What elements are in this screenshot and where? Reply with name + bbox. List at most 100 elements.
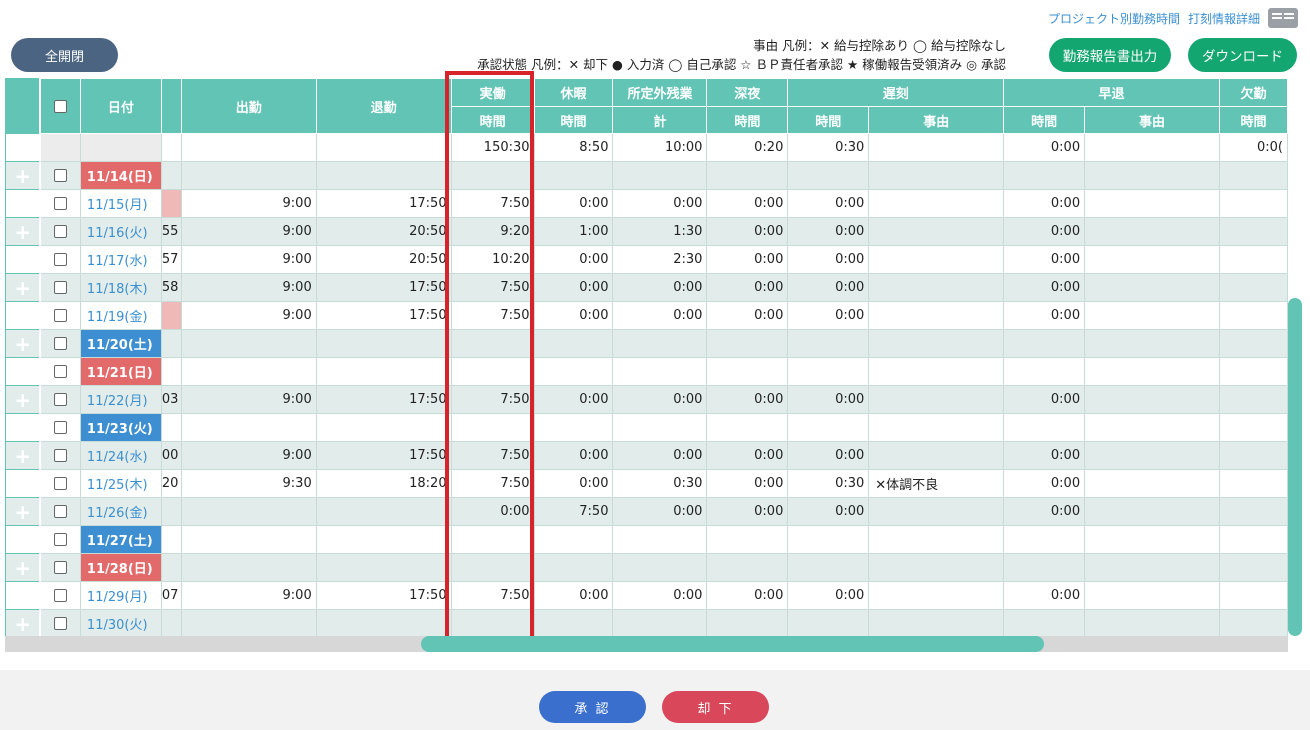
row-checkbox[interactable] xyxy=(54,253,68,266)
row-checkbox[interactable] xyxy=(54,337,68,350)
row-stub: 20 xyxy=(160,469,182,498)
row-late-reason xyxy=(868,413,1005,442)
expand-row-icon[interactable]: + xyxy=(5,245,42,274)
col-clock-out[interactable]: 退勤 xyxy=(315,78,452,134)
approve-button[interactable]: 承 認 xyxy=(539,691,646,723)
table-body: 150:30 8:50 10:00 0:20 0:30 0:00 0:0( +1… xyxy=(5,133,1288,636)
totals-blank xyxy=(868,133,1005,162)
expand-row-icon[interactable]: + xyxy=(5,301,42,330)
row-checkbox-cell[interactable] xyxy=(39,609,81,636)
col-overtime[interactable]: 所定外残業 xyxy=(612,78,708,107)
row-checkbox[interactable] xyxy=(54,281,68,294)
row-checkbox[interactable] xyxy=(54,561,68,574)
row-checkbox-cell[interactable] xyxy=(39,189,81,218)
vertical-scrollbar[interactable] xyxy=(1288,298,1302,636)
row-checkbox-cell[interactable] xyxy=(39,469,81,498)
row-date[interactable]: 11/15(月) xyxy=(79,189,162,218)
project-hours-link[interactable]: プロジェクト別勤務時間 xyxy=(1048,10,1180,27)
punch-details-link[interactable]: 打刻情報詳細 xyxy=(1188,10,1260,27)
row-actual: 7:50 xyxy=(450,301,535,330)
row-date[interactable]: 11/30(火) xyxy=(79,609,162,636)
row-checkbox[interactable] xyxy=(54,169,68,182)
row-checkbox[interactable] xyxy=(54,365,68,378)
col-clock-in[interactable]: 出勤 xyxy=(180,78,317,134)
row-late-reason xyxy=(868,189,1005,218)
expand-row-icon[interactable]: + xyxy=(5,413,42,442)
row-checkbox[interactable] xyxy=(54,393,68,406)
row-checkbox-cell[interactable] xyxy=(39,385,81,414)
row-date[interactable]: 11/18(木) xyxy=(79,273,162,302)
horizontal-scrollbar[interactable] xyxy=(421,636,1044,652)
row-clock-out xyxy=(315,161,452,190)
row-date[interactable]: 11/21(日) xyxy=(79,357,162,386)
row-date[interactable]: 11/24(水) xyxy=(79,441,162,470)
row-checkbox-cell[interactable] xyxy=(39,161,81,190)
row-checkbox-cell[interactable] xyxy=(39,441,81,470)
row-stub: 57 xyxy=(160,245,182,274)
row-date[interactable]: 11/23(火) xyxy=(79,413,162,442)
row-checkbox[interactable] xyxy=(54,589,68,602)
expand-row-icon[interactable]: + xyxy=(5,329,42,358)
expand-row-icon[interactable]: + xyxy=(5,441,42,470)
expand-row-icon[interactable]: + xyxy=(5,497,42,526)
row-checkbox-cell[interactable] xyxy=(39,217,81,246)
row-checkbox-cell[interactable] xyxy=(39,301,81,330)
expand-row-icon[interactable]: + xyxy=(5,385,42,414)
row-checkbox[interactable] xyxy=(54,617,68,630)
row-checkbox-cell[interactable] xyxy=(39,581,81,610)
expand-row-icon[interactable]: + xyxy=(5,217,42,246)
select-all-checkbox[interactable] xyxy=(54,99,68,113)
reject-button[interactable]: 却 下 xyxy=(662,691,769,723)
row-date[interactable]: 11/17(水) xyxy=(79,245,162,274)
book-icon[interactable] xyxy=(1268,8,1298,28)
download-button[interactable]: ダウンロード xyxy=(1188,38,1297,72)
row-checkbox[interactable] xyxy=(54,505,68,518)
row-date[interactable]: 11/26(金) xyxy=(79,497,162,526)
col-actual[interactable]: 実働 xyxy=(450,78,535,107)
row-checkbox-cell[interactable] xyxy=(39,553,81,582)
row-checkbox[interactable] xyxy=(54,197,68,210)
col-absence[interactable]: 欠勤 xyxy=(1218,78,1288,107)
row-date[interactable]: 11/19(金) xyxy=(79,301,162,330)
expand-row-icon[interactable]: + xyxy=(5,357,42,386)
row-date[interactable]: 11/28(日) xyxy=(79,553,162,582)
select-all-cell[interactable] xyxy=(39,78,81,134)
row-date[interactable]: 11/14(日) xyxy=(79,161,162,190)
expand-row-icon[interactable]: + xyxy=(5,189,42,218)
col-early-time: 時間 xyxy=(1003,106,1086,134)
report-output-button[interactable]: 勤務報告書出力 xyxy=(1049,38,1171,72)
col-break[interactable]: 休暇 xyxy=(533,78,614,107)
expand-row-icon[interactable]: + xyxy=(5,161,42,190)
totals-blank xyxy=(39,133,81,162)
row-checkbox[interactable] xyxy=(54,449,68,462)
row-checkbox[interactable] xyxy=(54,533,68,546)
expand-collapse-all-button[interactable]: 全開閉 xyxy=(11,38,118,72)
row-checkbox-cell[interactable] xyxy=(39,497,81,526)
row-checkbox-cell[interactable] xyxy=(39,329,81,358)
row-checkbox-cell[interactable] xyxy=(39,357,81,386)
col-early[interactable]: 早退 xyxy=(1003,78,1220,107)
expand-row-icon[interactable]: + xyxy=(5,553,42,582)
row-date[interactable]: 11/16(火) xyxy=(79,217,162,246)
row-checkbox-cell[interactable] xyxy=(39,525,81,554)
expand-row-icon[interactable]: + xyxy=(5,581,42,610)
row-checkbox[interactable] xyxy=(54,421,68,434)
row-checkbox[interactable] xyxy=(54,225,68,238)
expand-row-icon[interactable]: + xyxy=(5,609,42,636)
row-checkbox-cell[interactable] xyxy=(39,273,81,302)
row-checkbox[interactable] xyxy=(54,309,68,322)
expand-row-icon[interactable]: + xyxy=(5,273,42,302)
row-date[interactable]: 11/25(木) xyxy=(79,469,162,498)
row-date[interactable]: 11/20(土) xyxy=(79,329,162,358)
col-date[interactable]: 日付 xyxy=(79,78,162,134)
col-late[interactable]: 遅刻 xyxy=(787,78,1005,107)
row-checkbox-cell[interactable] xyxy=(39,245,81,274)
row-date[interactable]: 11/22(月) xyxy=(79,385,162,414)
expand-row-icon[interactable]: + xyxy=(5,469,42,498)
row-date[interactable]: 11/29(月) xyxy=(79,581,162,610)
row-checkbox[interactable] xyxy=(54,477,68,490)
row-checkbox-cell[interactable] xyxy=(39,413,81,442)
col-night[interactable]: 深夜 xyxy=(706,78,789,107)
row-date[interactable]: 11/27(土) xyxy=(79,525,162,554)
expand-row-icon[interactable]: + xyxy=(5,525,42,554)
